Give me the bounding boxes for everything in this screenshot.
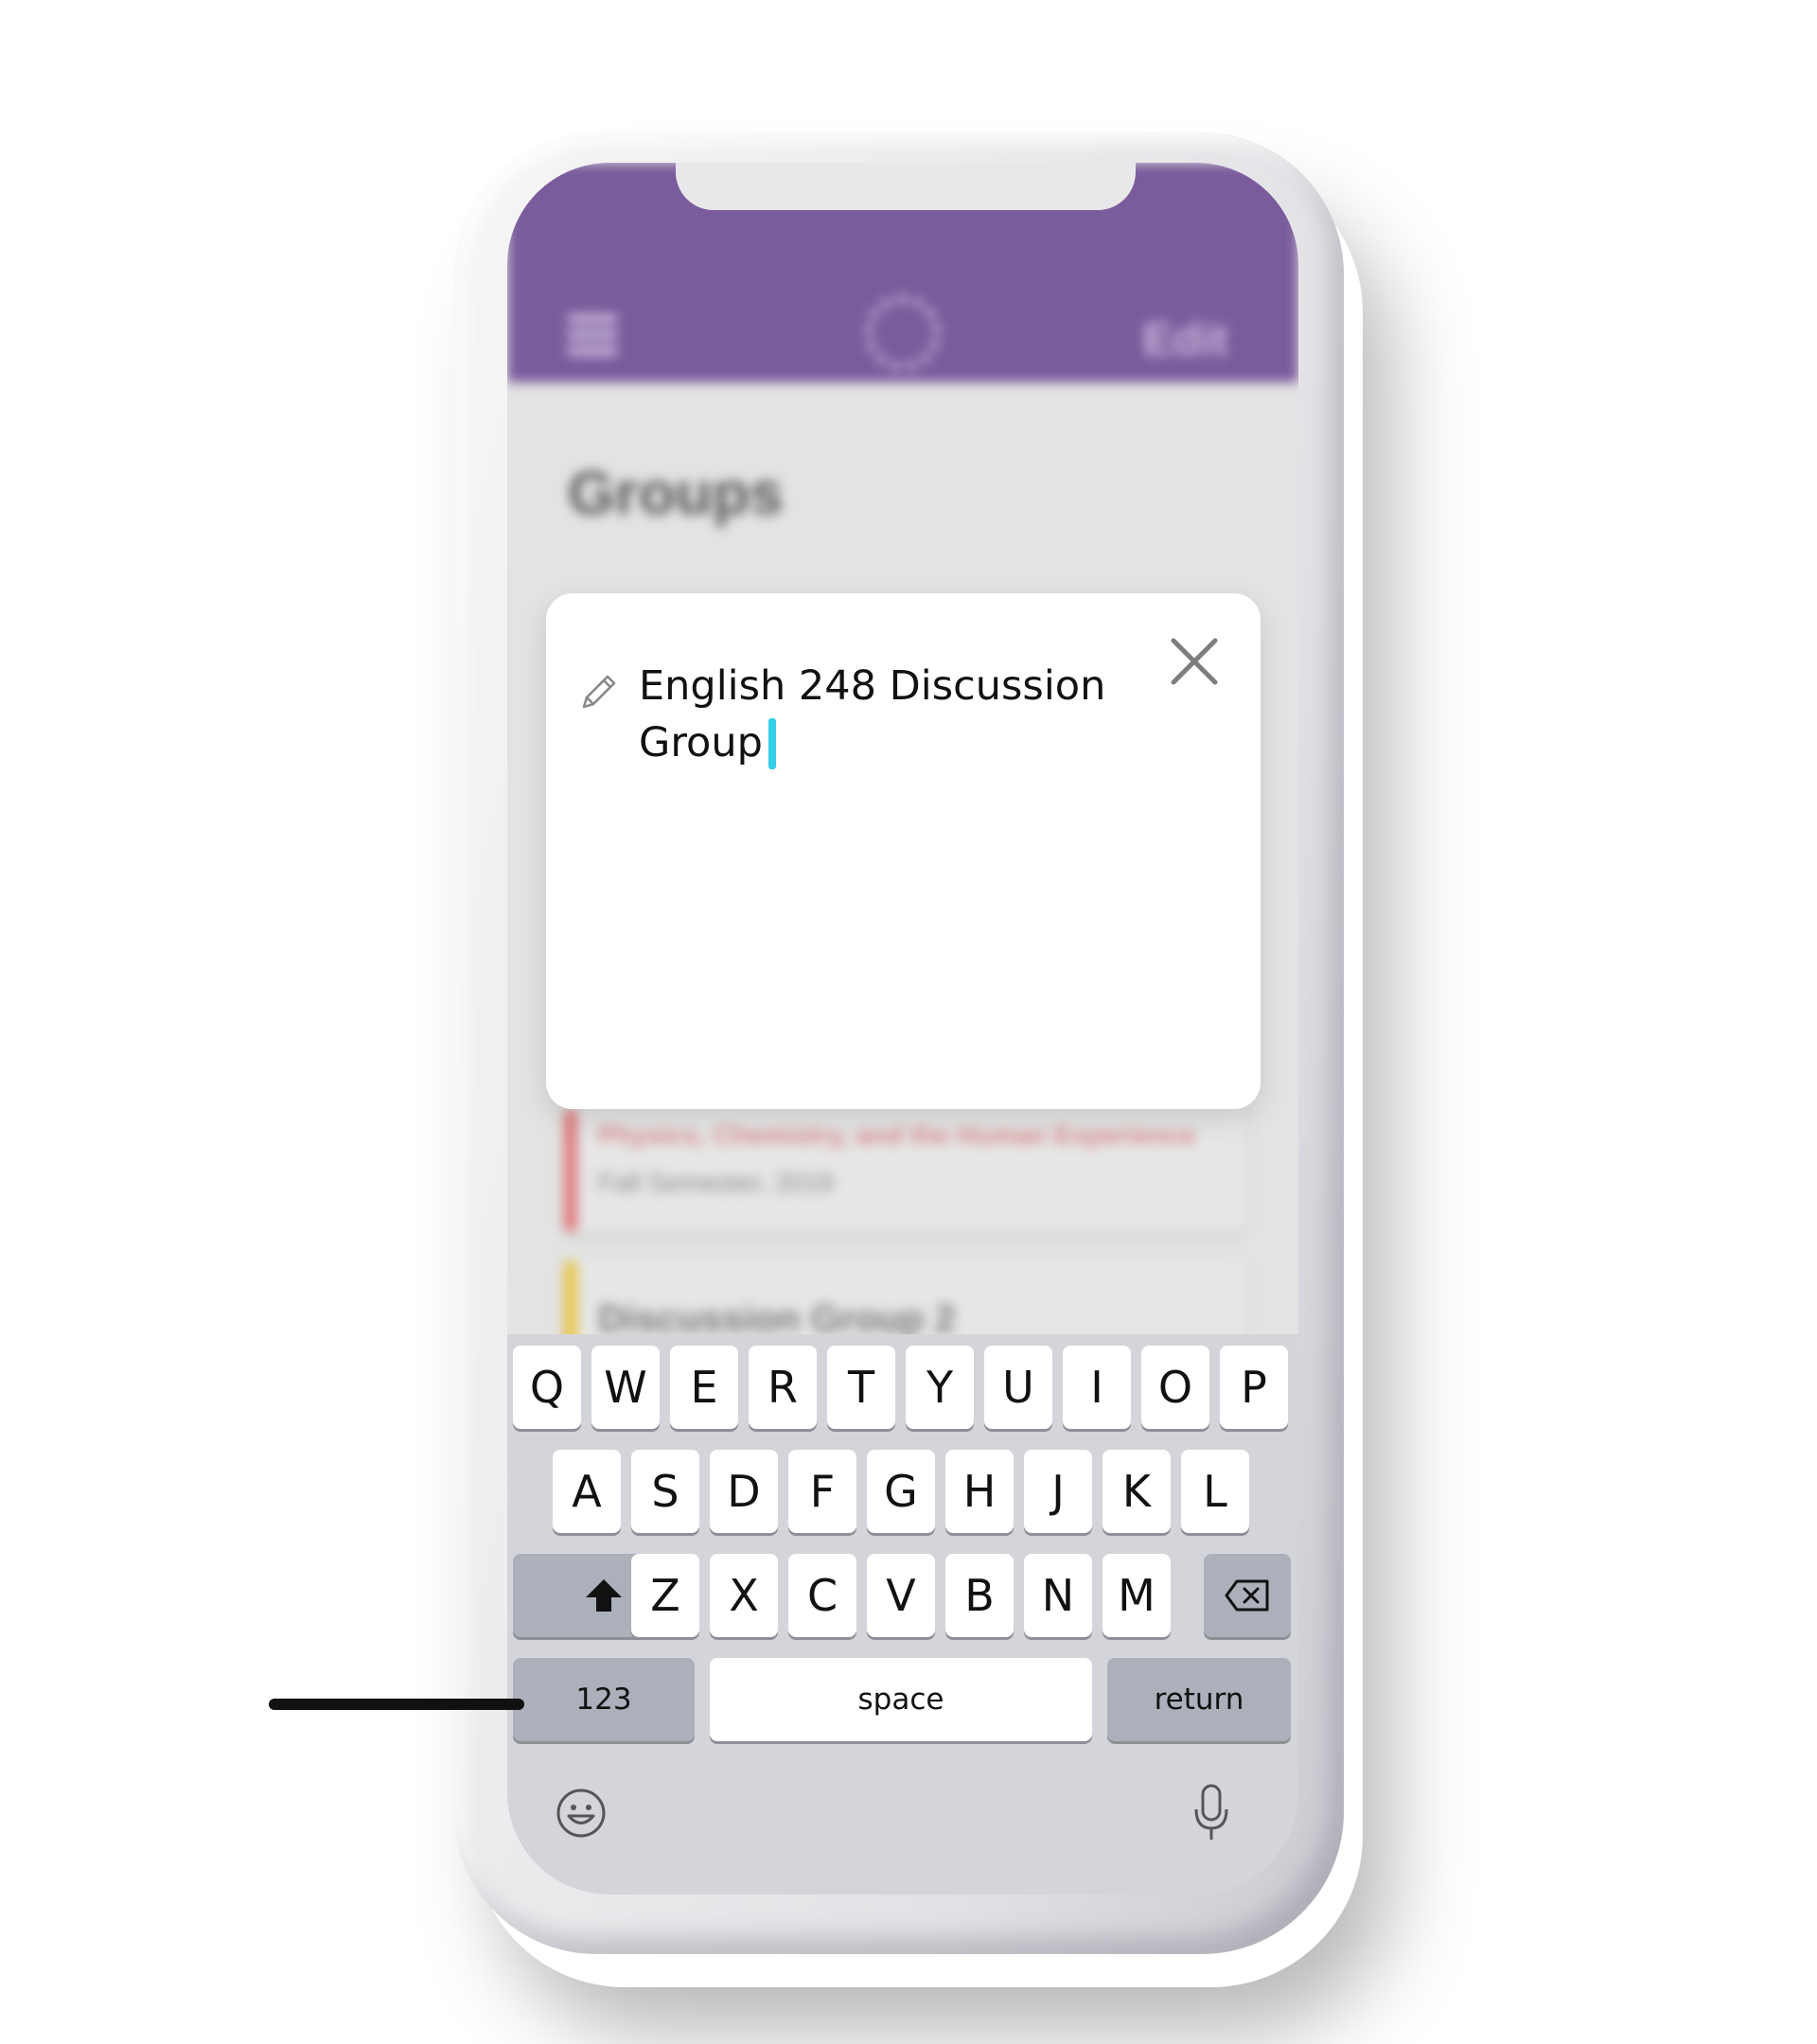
numbers-key[interactable]: 123 — [513, 1658, 695, 1741]
key-y[interactable]: Y — [906, 1346, 974, 1429]
key-m[interactable]: M — [1103, 1554, 1171, 1637]
key-e[interactable]: E — [670, 1346, 738, 1429]
space-key[interactable]: space — [710, 1658, 1092, 1741]
stage: Edit Groups Physics, Chemistry, and the … — [0, 0, 1817, 2044]
group-name: Physics, Chemistry, and the Human Experi… — [598, 1120, 1196, 1150]
key-d[interactable]: D — [710, 1450, 778, 1533]
on-screen-keyboard: 123 space return QWERTYUIOP ASDFGHJKL ZXCV… — [507, 1334, 1298, 1894]
backspace-icon — [1225, 1579, 1269, 1612]
key-h[interactable]: H — [945, 1450, 1014, 1533]
key-o[interactable]: O — [1141, 1346, 1209, 1429]
phone-notch — [676, 163, 1136, 210]
key-f[interactable]: F — [788, 1450, 856, 1533]
backspace-key[interactable] — [1204, 1554, 1291, 1637]
group-color-stripe — [564, 1109, 577, 1232]
return-key[interactable]: return — [1107, 1658, 1291, 1741]
key-u[interactable]: U — [984, 1346, 1052, 1429]
key-p[interactable]: P — [1220, 1346, 1288, 1429]
key-t[interactable]: T — [827, 1346, 895, 1429]
edit-group-dialog: English 248 Discussion Group — [546, 593, 1261, 1109]
key-a[interactable]: A — [553, 1450, 621, 1533]
phone-screen: Edit Groups Physics, Chemistry, and the … — [507, 163, 1298, 1894]
key-b[interactable]: B — [945, 1554, 1014, 1637]
page-title: Groups — [568, 459, 784, 527]
key-i[interactable]: I — [1063, 1346, 1131, 1429]
microphone-icon[interactable] — [1191, 1783, 1232, 1843]
key-n[interactable]: N — [1024, 1554, 1092, 1637]
key-x[interactable]: X — [710, 1554, 778, 1637]
key-s[interactable]: S — [631, 1450, 699, 1533]
key-k[interactable]: K — [1103, 1450, 1171, 1533]
key-r[interactable]: R — [749, 1346, 817, 1429]
shift-icon — [586, 1579, 622, 1612]
home-indicator[interactable] — [269, 1699, 524, 1710]
edit-button[interactable]: Edit — [1142, 314, 1228, 366]
key-c[interactable]: C — [788, 1554, 856, 1637]
text-caret — [767, 718, 776, 769]
key-z[interactable]: Z — [631, 1554, 699, 1637]
key-j[interactable]: J — [1024, 1450, 1092, 1533]
group-name-field[interactable]: English 248 Discussion Group — [639, 658, 1131, 771]
key-q[interactable]: Q — [513, 1346, 581, 1429]
app-logo-icon — [865, 295, 941, 371]
group-name-text: English 248 Discussion Group — [639, 662, 1106, 766]
group-card[interactable]: Physics, Chemistry, and the Human Experi… — [564, 1109, 1245, 1232]
emoji-icon[interactable] — [555, 1787, 608, 1840]
key-v[interactable]: V — [867, 1554, 935, 1637]
key-w[interactable]: W — [591, 1346, 660, 1429]
hamburger-menu-icon[interactable] — [568, 314, 617, 356]
group-subtitle: Fall Semester, 2019 — [598, 1168, 835, 1197]
key-g[interactable]: G — [867, 1450, 935, 1533]
pencil-icon — [582, 675, 616, 709]
key-l[interactable]: L — [1181, 1450, 1249, 1533]
close-icon[interactable] — [1166, 633, 1223, 690]
